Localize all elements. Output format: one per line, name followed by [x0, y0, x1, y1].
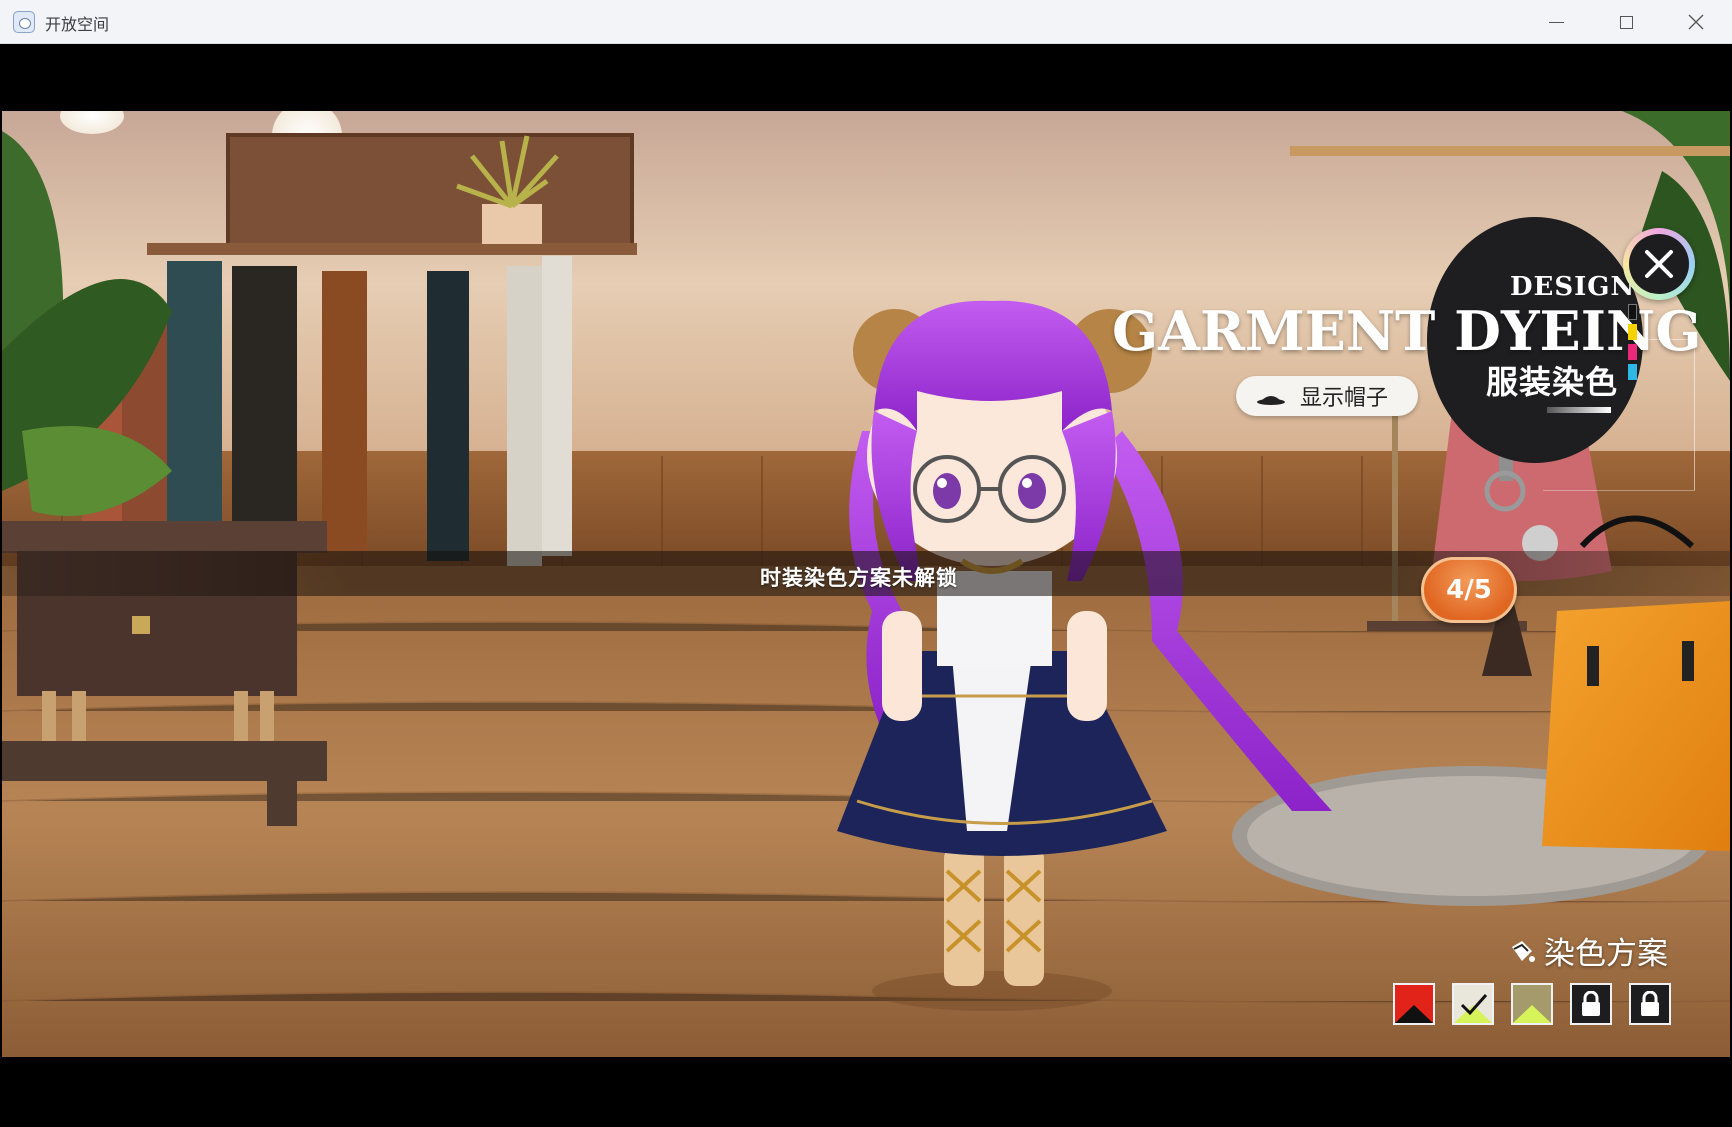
cmyk-yellow-chip	[1628, 324, 1637, 340]
lock-icon	[1582, 991, 1600, 1016]
window-title-bar: 开放空间	[0, 0, 1732, 44]
hat-icon	[1257, 396, 1285, 405]
maximize-icon	[1619, 15, 1633, 29]
dye-scheme-swatch-5-locked[interactable]	[1629, 983, 1671, 1025]
badge-subtitle: 服装染色	[1486, 363, 1619, 401]
badge-gradient-bar	[1547, 407, 1611, 413]
close-icon	[1688, 14, 1704, 30]
dye-scheme-swatch-2[interactable]	[1452, 983, 1494, 1025]
game-viewport: 时装染色方案未解锁 显示帽子 DESIGN GARMENT DYEING 服装染…	[0, 44, 1732, 1127]
dye-scheme-swatch-1[interactable]	[1393, 983, 1435, 1025]
show-hat-label: 显示帽子	[1300, 386, 1389, 411]
dye-scheme-swatch-4-locked[interactable]	[1570, 983, 1612, 1025]
cmyk-magenta-chip	[1628, 344, 1637, 360]
cmyk-strip	[1628, 304, 1637, 384]
swatch-3-colors	[1513, 985, 1551, 1023]
minimize-icon	[1548, 21, 1564, 23]
window-title: 开放空间	[45, 15, 110, 34]
cmyk-cyan-chip	[1628, 364, 1637, 380]
swatch-2-colors	[1454, 985, 1492, 1023]
close-window-button[interactable]	[1661, 0, 1731, 44]
minimize-button[interactable]	[1521, 0, 1591, 44]
dye-schemes-label: 染色方案	[1544, 936, 1668, 972]
badge-design-text: DESIGN	[1510, 272, 1636, 302]
show-hat-toggle[interactable]: 显示帽子	[1236, 376, 1418, 416]
close-button-inner	[1629, 234, 1689, 294]
scheme-locked-message: 时装染色方案未解锁	[760, 566, 958, 590]
app-icon	[13, 11, 35, 33]
cmyk-black-chip	[1628, 304, 1637, 320]
badge-title: GARMENT DYEING	[1112, 299, 1702, 363]
paint-bucket-icon	[1512, 940, 1535, 962]
lock-icon	[1641, 991, 1659, 1016]
close-dyeing-button[interactable]	[1623, 228, 1695, 300]
outfit-counter-tag: 4/5	[1421, 557, 1517, 623]
close-icon	[1645, 250, 1673, 278]
dye-schemes-header: 染色方案	[1508, 928, 1668, 973]
swatch-1-colors	[1395, 985, 1433, 1023]
maximize-button[interactable]	[1591, 0, 1661, 44]
dye-scheme-swatch-3[interactable]	[1511, 983, 1553, 1025]
outfit-counter: 4/5	[1446, 575, 1492, 605]
